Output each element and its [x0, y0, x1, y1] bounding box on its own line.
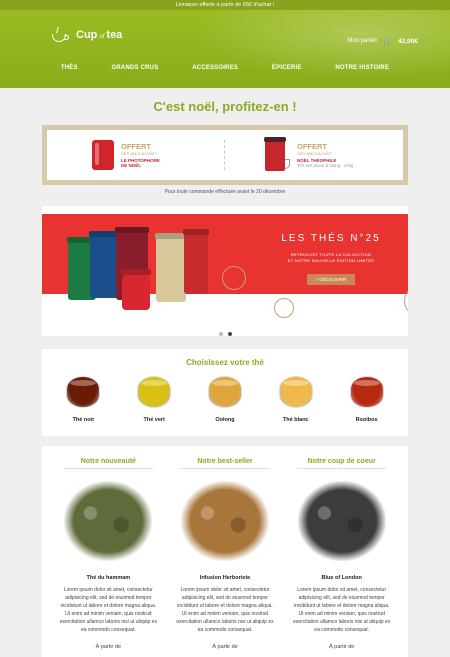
promo-strip: Livraison offerte à partir de 65€ d'acha…	[0, 0, 450, 10]
banner-title: LES THÉS N°25	[281, 233, 381, 244]
tea-leaves-image	[64, 481, 153, 561]
promo-text: Livraison offerte à partir de 65€ d'acha…	[175, 2, 275, 8]
ornament-icon	[274, 298, 294, 318]
product-price-from: À partir de	[212, 644, 238, 650]
tea-category-black[interactable]: Thé noir	[58, 376, 108, 423]
offer-left-condition: DÈS 65€ D'ACHAT*	[121, 151, 157, 156]
carousel-dot-active[interactable]	[227, 332, 232, 336]
offer-left: OFFERT DÈS 65€ D'ACHAT* LE PHOTOPHORE DE…	[47, 140, 225, 170]
product-section-title: Notre nouveauté	[80, 458, 136, 465]
featured-products: Notre nouveauté Thé du hammam Lorem ipsu…	[42, 446, 408, 657]
offer-note: Pour toute commande effectuée avant le 2…	[164, 189, 286, 195]
product-description: Lorem ipsum dolor sit amet, consectetur …	[59, 587, 157, 633]
tea-leaves-image	[181, 481, 269, 561]
divider	[297, 468, 387, 469]
product-description: Lorem ipsum dolor sit amet, consectetur …	[293, 587, 391, 633]
hero-carousel[interactable]: LES THÉS N°25 RETROUVEZ TOUTE LA COLLECT…	[42, 206, 408, 336]
carousel-dot[interactable]	[218, 332, 223, 336]
tea-leaves-image	[297, 481, 386, 561]
nav-item-epicerie[interactable]: ÉPICERIE	[272, 65, 302, 77]
cart-label: Mon panier	[347, 38, 378, 44]
nav-item-notre-histoire[interactable]: NOTRE HISTOIRE	[335, 65, 389, 77]
cart-icon: 🛒	[383, 38, 393, 45]
product-card-favorite[interactable]: Notre coup de coeur Blue of London Lorem…	[283, 446, 400, 657]
tea-category-label: Thé blanc	[282, 417, 309, 423]
ornament-icon	[222, 266, 246, 290]
discover-button[interactable]: > DÉCOUVRIR	[306, 274, 356, 285]
tea-categories: Choisissez votre thé Thé noir Thé vert O…	[42, 349, 408, 436]
product-section-title: Notre best-seller	[197, 458, 253, 465]
tea-bowl-image	[207, 376, 242, 408]
brand-name: Cup of tea	[76, 29, 123, 41]
product-section-title: Notre coup de coeur	[307, 458, 376, 465]
tea-category-rooibos[interactable]: Rooibos	[342, 376, 392, 423]
tea-tins-image	[62, 220, 222, 325]
logo[interactable]: Cup of tea	[50, 26, 122, 44]
offer-right-condition: DÈS 85€ D'ACHAT*	[297, 151, 333, 156]
product-card-bestseller[interactable]: Notre best-seller Infusion Herboriste Lo…	[167, 446, 284, 657]
christmas-offer[interactable]: OFFERT DÈS 65€ D'ACHAT* LE PHOTOPHORE DE…	[42, 125, 408, 185]
tea-category-label: Rooibos	[355, 417, 378, 423]
divider	[64, 468, 153, 469]
main-nav: THÉS GRANDS CRUS ACCESSOIRES ÉPICERIE NO…	[0, 65, 450, 77]
offer-right-detail: Thé vert prune & orang - 100g	[297, 163, 354, 168]
nav-item-grands-crus[interactable]: GRANDS CRUS	[112, 65, 159, 77]
teacup-icon	[50, 26, 72, 44]
tea-category-white[interactable]: Thé blanc	[271, 376, 321, 423]
tea-bowl-image	[278, 376, 313, 408]
product-price-from: À partir de	[95, 644, 122, 650]
tea-bowl-image	[137, 376, 172, 408]
product-description: Lorem ipsum dolor sit amet, consectetur …	[176, 587, 274, 633]
divider	[180, 468, 270, 469]
tea-category-label: Thé noir	[72, 417, 95, 423]
offer-right: OFFERT DÈS 85€ D'ACHAT* NOËL THÉOPHILE T…	[225, 137, 403, 171]
product-name[interactable]: Thé du hammam	[56, 575, 161, 581]
product-name[interactable]: Infusion Herboriste	[173, 575, 278, 581]
tea-tin-image	[264, 137, 286, 171]
site-header: Cup of tea Mon panier 🛒 42,00€ THÉS GRANDS…	[0, 10, 450, 88]
offer-left-product2: DE NOËL	[121, 163, 142, 168]
page-headline: C'est noël, profitez-en !	[153, 99, 297, 114]
candle-holder-image	[92, 140, 114, 170]
nav-item-accessoires[interactable]: ACCESSOIRES	[192, 65, 238, 77]
tea-category-oolong[interactable]: Oolong	[200, 376, 250, 423]
cart-link[interactable]: Mon panier 🛒 42,00€	[347, 37, 418, 46]
tea-category-label: Thé vert	[143, 417, 165, 423]
product-price-from: À partir de	[328, 644, 355, 650]
nav-item-thes[interactable]: THÉS	[61, 65, 78, 77]
tea-category-green[interactable]: Thé vert	[129, 376, 179, 423]
tea-bowl-image	[349, 376, 384, 408]
banner-copy: LES THÉS N°25 RETROUVEZ TOUTE LA COLLECT…	[256, 233, 406, 285]
product-name[interactable]: Blue of London	[289, 575, 394, 581]
choose-title: Choisissez votre thé	[186, 358, 264, 367]
tea-category-label: Oolong	[215, 417, 235, 423]
cart-amount: 42,00€	[398, 37, 418, 45]
offer-right-title: OFFERT	[297, 142, 327, 151]
carousel-dots	[42, 332, 408, 338]
tea-bowl-image	[66, 376, 101, 408]
product-card-new[interactable]: Notre nouveauté Thé du hammam Lorem ipsu…	[50, 446, 167, 657]
offer-left-title: OFFERT	[121, 142, 151, 151]
banner-line2: ET NOTRE NOUVELLE ÉDITION LIMITÉE	[287, 258, 375, 263]
